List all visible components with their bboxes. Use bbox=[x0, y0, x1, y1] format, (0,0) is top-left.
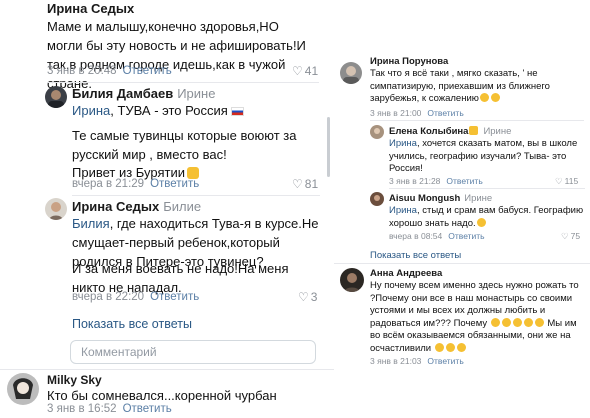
comment-author[interactable]: Анна Андреева bbox=[370, 268, 442, 279]
divider bbox=[72, 195, 320, 196]
comment-text: Так что я всё таки , мягко сказать, ' не… bbox=[370, 68, 550, 104]
like-button[interactable]: ♡ 3 bbox=[298, 290, 317, 304]
comment-meta: вчера в 08:54 Ответить bbox=[389, 231, 485, 241]
emoji-icon bbox=[476, 217, 486, 227]
reply-target: Ирине bbox=[464, 193, 493, 204]
like-count: 81 bbox=[304, 177, 319, 191]
right-comments-panel: Ирина Порунова Так что я всё таки , мягк… bbox=[334, 46, 590, 376]
comment-meta: вчера в 21:29 Ответить bbox=[72, 178, 199, 190]
scrollbar[interactable] bbox=[327, 117, 330, 177]
comment-author[interactable]: Ирина Седых bbox=[47, 1, 134, 16]
comment-time[interactable]: 3 янв в 20:48 bbox=[47, 65, 117, 77]
crying-emoji-icon bbox=[512, 317, 522, 327]
comment-time[interactable]: вчера в 08:54 bbox=[389, 231, 442, 241]
comment-meta: 3 янв в 21:28 Ответить bbox=[389, 176, 483, 186]
like-button[interactable]: ♡ 115 bbox=[555, 176, 578, 187]
crying-emoji-icon bbox=[490, 317, 500, 327]
reply-button[interactable]: Ответить bbox=[150, 291, 199, 303]
reply-button[interactable]: Ответить bbox=[427, 356, 463, 366]
like-button[interactable]: ♡ 75 bbox=[561, 231, 580, 242]
comment-time[interactable]: 3 янв в 21:28 bbox=[389, 176, 440, 186]
reply-button[interactable]: Ответить bbox=[448, 231, 484, 241]
comment-meta: 3 янв в 20:48 Ответить bbox=[47, 65, 172, 77]
like-count: 41 bbox=[304, 64, 319, 78]
comment-text: Ирина, хочется сказать матом, вы в школе… bbox=[389, 138, 578, 174]
comment-text: Ирина, ТУВА - это Россия bbox=[72, 101, 312, 120]
reply-button[interactable]: Ответить bbox=[446, 176, 482, 186]
show-all-replies-link[interactable]: Показать все ответы bbox=[72, 317, 192, 331]
reply-button[interactable]: Ответить bbox=[123, 403, 172, 415]
reply-button[interactable]: Ответить bbox=[427, 108, 463, 118]
show-all-replies-link[interactable]: Показать все ответы bbox=[370, 250, 461, 261]
avatar[interactable] bbox=[370, 125, 384, 139]
comment-time[interactable]: вчера в 22:20 bbox=[72, 291, 144, 303]
reply-button[interactable]: Ответить bbox=[123, 65, 172, 77]
mention-link[interactable]: Ирина bbox=[72, 103, 110, 118]
comment-author[interactable]: Ирина Порунова bbox=[370, 56, 448, 67]
left-comments-panel: Ирина Седых Маме и малышу,конечно здоров… bbox=[0, 0, 334, 418]
reply-target: Билие bbox=[163, 199, 202, 214]
reply-target: Ирине bbox=[177, 86, 216, 101]
emoji-icon bbox=[434, 342, 444, 352]
crying-emoji-icon bbox=[501, 317, 511, 327]
heart-icon: ♡ bbox=[298, 290, 309, 304]
emoji-icon bbox=[534, 317, 544, 327]
mention-link[interactable]: Ирина bbox=[389, 138, 417, 149]
heart-icon: ♡ bbox=[561, 231, 569, 241]
like-button[interactable]: ♡ 81 bbox=[292, 177, 318, 191]
comment-input[interactable] bbox=[71, 341, 315, 363]
reply-button[interactable]: Ответить bbox=[150, 178, 199, 190]
like-count: 115 bbox=[564, 176, 579, 186]
heart-icon: ♡ bbox=[555, 176, 563, 186]
comment-time[interactable]: 3 янв в 21:03 bbox=[370, 356, 421, 366]
comment-author[interactable]: Билия Дамбаев Ирине bbox=[72, 86, 215, 101]
avatar[interactable] bbox=[340, 62, 362, 84]
divider bbox=[47, 82, 319, 83]
comment-time[interactable]: 3 янв в 16:52 bbox=[47, 403, 117, 415]
like-button[interactable]: ♡ 41 bbox=[292, 64, 318, 78]
crying-emoji-icon bbox=[479, 93, 489, 102]
emoji-icon bbox=[456, 342, 466, 352]
emoji-icon bbox=[445, 342, 455, 352]
comment-author[interactable]: Елена Колыбина Ирине bbox=[389, 126, 511, 137]
avatar[interactable] bbox=[340, 268, 364, 292]
comment-author[interactable]: Ирина Седых Билие bbox=[72, 199, 201, 214]
reply-target: Ирине bbox=[483, 126, 512, 137]
comment-meta: вчера в 22:20 Ответить bbox=[72, 291, 199, 303]
like-count: 3 bbox=[310, 290, 318, 304]
comment-time[interactable]: 3 янв в 21:00 bbox=[370, 108, 421, 118]
crying-emoji-icon bbox=[490, 93, 500, 102]
divider bbox=[370, 120, 584, 121]
comment-meta: 3 янв в 21:03 Ответить bbox=[370, 356, 464, 366]
comment-meta: 3 янв в 21:00 Ответить bbox=[370, 108, 464, 118]
comment-text: Ну почему всем именно здесь нужно рожать… bbox=[370, 280, 579, 354]
mention-link[interactable]: Билия bbox=[72, 216, 110, 231]
divider bbox=[0, 369, 334, 370]
russia-flag-icon bbox=[230, 107, 244, 116]
avatar[interactable] bbox=[45, 198, 67, 220]
divider bbox=[334, 263, 590, 264]
comment-author[interactable]: Milky Sky bbox=[47, 373, 102, 387]
emoji-icon bbox=[469, 126, 479, 135]
divider bbox=[389, 188, 585, 189]
avatar[interactable] bbox=[7, 373, 39, 405]
comment-input-wrapper bbox=[70, 340, 316, 364]
avatar[interactable] bbox=[45, 86, 67, 108]
comment-author[interactable]: Aisuu Mongush Ирине bbox=[389, 193, 492, 204]
heart-icon: ♡ bbox=[292, 177, 303, 191]
comment-text: Те самые тувинцы которые воюют за русски… bbox=[72, 128, 297, 162]
heart-icon: ♡ bbox=[292, 64, 303, 78]
mention-link[interactable]: Ирина bbox=[389, 205, 417, 216]
comment-meta: 3 янв в 16:52 Ответить bbox=[47, 403, 172, 415]
avatar[interactable] bbox=[370, 192, 384, 206]
comment-time[interactable]: вчера в 21:29 bbox=[72, 178, 144, 190]
comment-text: Ирина, стыд и срам вам бабуся. Географию… bbox=[389, 205, 584, 229]
like-count: 75 bbox=[570, 231, 581, 241]
emoji-icon bbox=[523, 317, 533, 327]
